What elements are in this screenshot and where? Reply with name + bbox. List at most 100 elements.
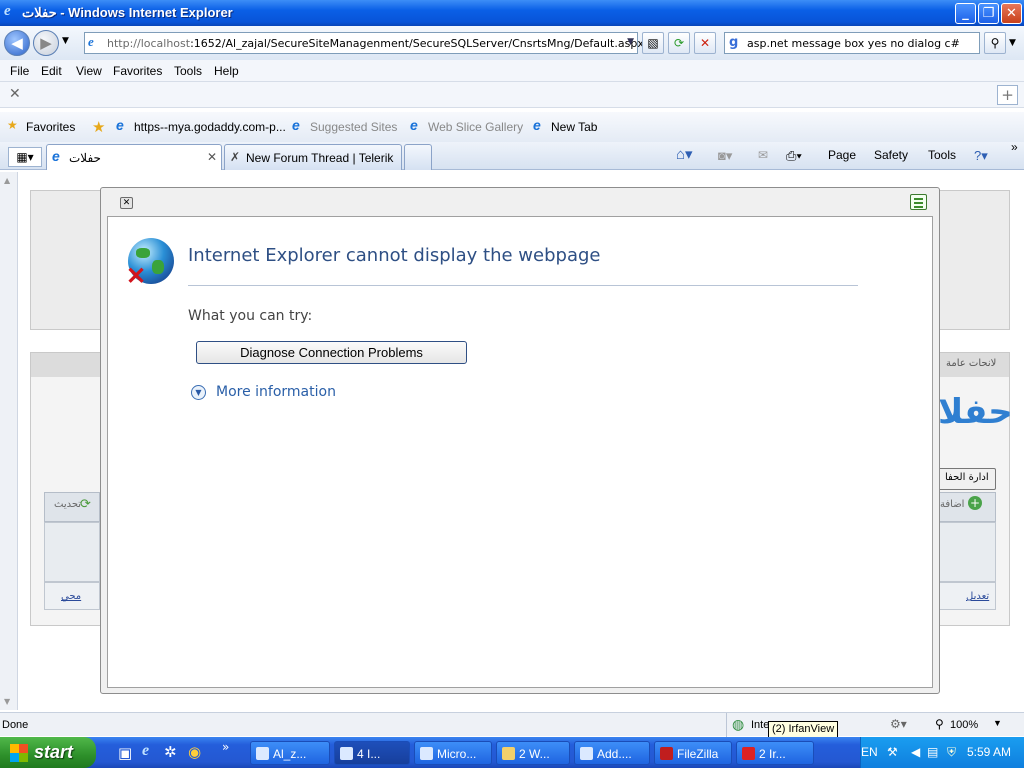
search-box[interactable]: g asp.net message box yes no dialog c# <box>724 32 980 54</box>
address-bar[interactable]: e http://localhost:1652/Al_zajal/SecureS… <box>84 32 644 54</box>
status-bar: Done ◍ Inte ⚙▾ ⚲ 100% ▼ <box>0 712 1024 737</box>
quick-tabs-icon[interactable]: ▦▾ <box>8 147 42 167</box>
help-icon[interactable]: ?▾ <box>974 148 988 164</box>
fav-item-godaddy[interactable]: https--mya.godaddy.com-p... <box>134 120 286 134</box>
more-information-link[interactable]: More information <box>216 384 336 400</box>
fav-ie-icon: e <box>116 117 124 133</box>
tab-ie-icon: e <box>52 148 60 164</box>
compatibility-view-button[interactable]: ▧ <box>642 32 664 54</box>
search-icon[interactable]: ⚲ <box>984 32 1006 54</box>
google-icon: g <box>729 35 739 50</box>
tools-menu[interactable]: Tools <box>928 148 956 162</box>
home-icon[interactable]: ⌂▾ <box>676 145 693 163</box>
overflow-chevron-icon[interactable]: » <box>1011 140 1018 154</box>
tab-label: حفلات <box>69 151 101 165</box>
fav-item-newtab[interactable]: New Tab <box>551 120 597 134</box>
page-tab-label[interactable]: لانحات عامة <box>946 358 996 369</box>
quicklaunch-ie-icon[interactable]: e <box>142 742 149 760</box>
refresh-link[interactable]: تحديث <box>54 499 81 510</box>
forward-button[interactable]: ▶ <box>33 30 59 56</box>
zone-text: Inte <box>751 719 770 731</box>
taskbar-btn-filezilla[interactable]: FileZilla <box>654 741 732 765</box>
quicklaunch-tool-icon[interactable]: ✲ <box>164 743 177 761</box>
system-tray: EN ⚒ ◀ ▤ ⛨ 5:59 AM <box>860 737 1024 768</box>
taskbar-btn-irfanview[interactable]: 2 Ir... <box>736 741 814 765</box>
close-window-button[interactable]: ✕ <box>1001 3 1022 24</box>
error-title: Internet Explorer cannot display the web… <box>188 245 601 266</box>
fav-item-webslice[interactable]: Web Slice Gallery <box>428 120 523 134</box>
close-toolbar-icon[interactable]: ✕ <box>9 86 21 102</box>
address-dropdown-icon[interactable]: ▼ <box>627 37 634 47</box>
vertical-scrollbar[interactable]: ▲ ▼ <box>0 172 18 710</box>
fav-ie-icon: e <box>410 117 418 133</box>
tray-security-icon[interactable]: ⛨ <box>947 745 956 760</box>
dialog-note-icon[interactable] <box>910 194 927 210</box>
taskbar-btn-alz[interactable]: Al_z... <box>250 741 330 765</box>
taskbar-btn-add[interactable]: Add.... <box>574 741 650 765</box>
new-tab-button[interactable] <box>404 144 432 170</box>
delete-link[interactable]: محي <box>61 591 81 602</box>
feeds-icon[interactable]: ◙▾ <box>718 148 732 164</box>
clock[interactable]: 5:59 AM <box>967 745 1011 759</box>
tab-label: New Forum Thread | Telerik <box>246 151 394 165</box>
zoom-level[interactable]: 100% <box>950 719 978 731</box>
minimize-button[interactable]: _ <box>955 3 976 24</box>
tray-network-icon[interactable]: ▤ <box>927 745 938 759</box>
taskbar-btn-explorer[interactable]: 2 W... <box>496 741 570 765</box>
add-toolbar-icon[interactable]: + <box>997 85 1018 105</box>
print-icon[interactable]: ⎙▾ <box>786 148 802 164</box>
taskbar-tooltip: (2) IrfanView <box>768 721 839 738</box>
what-you-can-try-label: What you can try: <box>188 308 313 324</box>
taskbar-btn-micro[interactable]: Micro... <box>414 741 492 765</box>
tray-expand-icon[interactable]: ◀ <box>911 745 920 759</box>
address-toolbar: ◀ ▶ ▼ e http://localhost:1652/Al_zajal/S… <box>0 26 1024 60</box>
favorites-button[interactable]: Favorites <box>26 120 75 134</box>
menu-file[interactable]: File <box>10 64 29 78</box>
diagnose-connection-button[interactable]: Diagnose Connection Problems <box>196 341 467 364</box>
quicklaunch-more-icon[interactable]: » <box>222 740 229 754</box>
menu-favorites[interactable]: Favorites <box>113 64 162 78</box>
history-dropdown-icon[interactable]: ▼ <box>62 36 69 46</box>
tab-row: ▦▾ e حفلات ✕ ✗ New Forum Thread | Teleri… <box>0 142 1024 170</box>
chevron-down-icon[interactable]: ▼ <box>191 385 206 400</box>
refresh-button[interactable]: ⟳ <box>668 32 690 54</box>
status-text: Done <box>2 719 29 731</box>
search-options-icon[interactable]: ▼ <box>1009 38 1016 48</box>
zoom-icon[interactable]: ⚲ <box>935 717 944 731</box>
tab-close-icon[interactable]: ✕ <box>207 150 217 164</box>
window-title-bar: e حفلات - Windows Internet Explorer _ ❐ … <box>0 0 1024 26</box>
protected-mode-icon[interactable]: ⚙▾ <box>890 717 907 731</box>
mail-icon[interactable]: ✉ <box>758 148 768 162</box>
restore-button[interactable]: ❐ <box>978 3 999 24</box>
page-menu[interactable]: Page <box>828 148 856 162</box>
zone-globe-icon: ◍ <box>732 716 745 732</box>
menu-help[interactable]: Help <box>214 64 239 78</box>
window-title: حفلات - Windows Internet Explorer <box>22 5 233 20</box>
grid-left-cells <box>44 522 100 582</box>
taskbar-btn-ie[interactable]: 4 I... <box>334 741 410 765</box>
tab-haflat[interactable]: e حفلات ✕ <box>46 144 222 170</box>
menu-tools[interactable]: Tools <box>174 64 202 78</box>
favorites-star-icon: ★ <box>7 118 18 132</box>
quicklaunch-desktop-icon[interactable]: ▣ <box>118 744 132 762</box>
manage-button[interactable]: ادارة الحفا <box>936 468 996 490</box>
language-indicator[interactable]: EN <box>861 745 878 759</box>
menu-edit[interactable]: Edit <box>41 64 62 78</box>
tab-telerik[interactable]: ✗ New Forum Thread | Telerik <box>224 144 402 170</box>
safety-menu[interactable]: Safety <box>874 148 908 162</box>
stop-button[interactable]: ✕ <box>694 32 716 54</box>
fav-item-suggested[interactable]: Suggested Sites <box>310 120 397 134</box>
zoom-dropdown-icon[interactable]: ▼ <box>993 718 1002 728</box>
add-link[interactable]: اضافة <box>940 499 964 510</box>
start-button[interactable]: start <box>0 737 96 768</box>
edit-link[interactable]: تعديل <box>966 591 989 602</box>
tray-tool-icon[interactable]: ⚒ <box>887 745 898 759</box>
menu-view[interactable]: View <box>76 64 102 78</box>
favorites-bar: ★ Favorites ★ e https--mya.godaddy.com-p… <box>0 112 1024 142</box>
add-icon: + <box>968 496 982 510</box>
page-ie-icon: e <box>88 34 94 49</box>
quicklaunch-chrome-icon[interactable]: ◉ <box>188 743 201 761</box>
dialog-close-icon[interactable]: ✕ <box>120 197 133 209</box>
add-favorite-icon[interactable]: ★ <box>92 118 105 136</box>
back-button[interactable]: ◀ <box>4 30 30 56</box>
